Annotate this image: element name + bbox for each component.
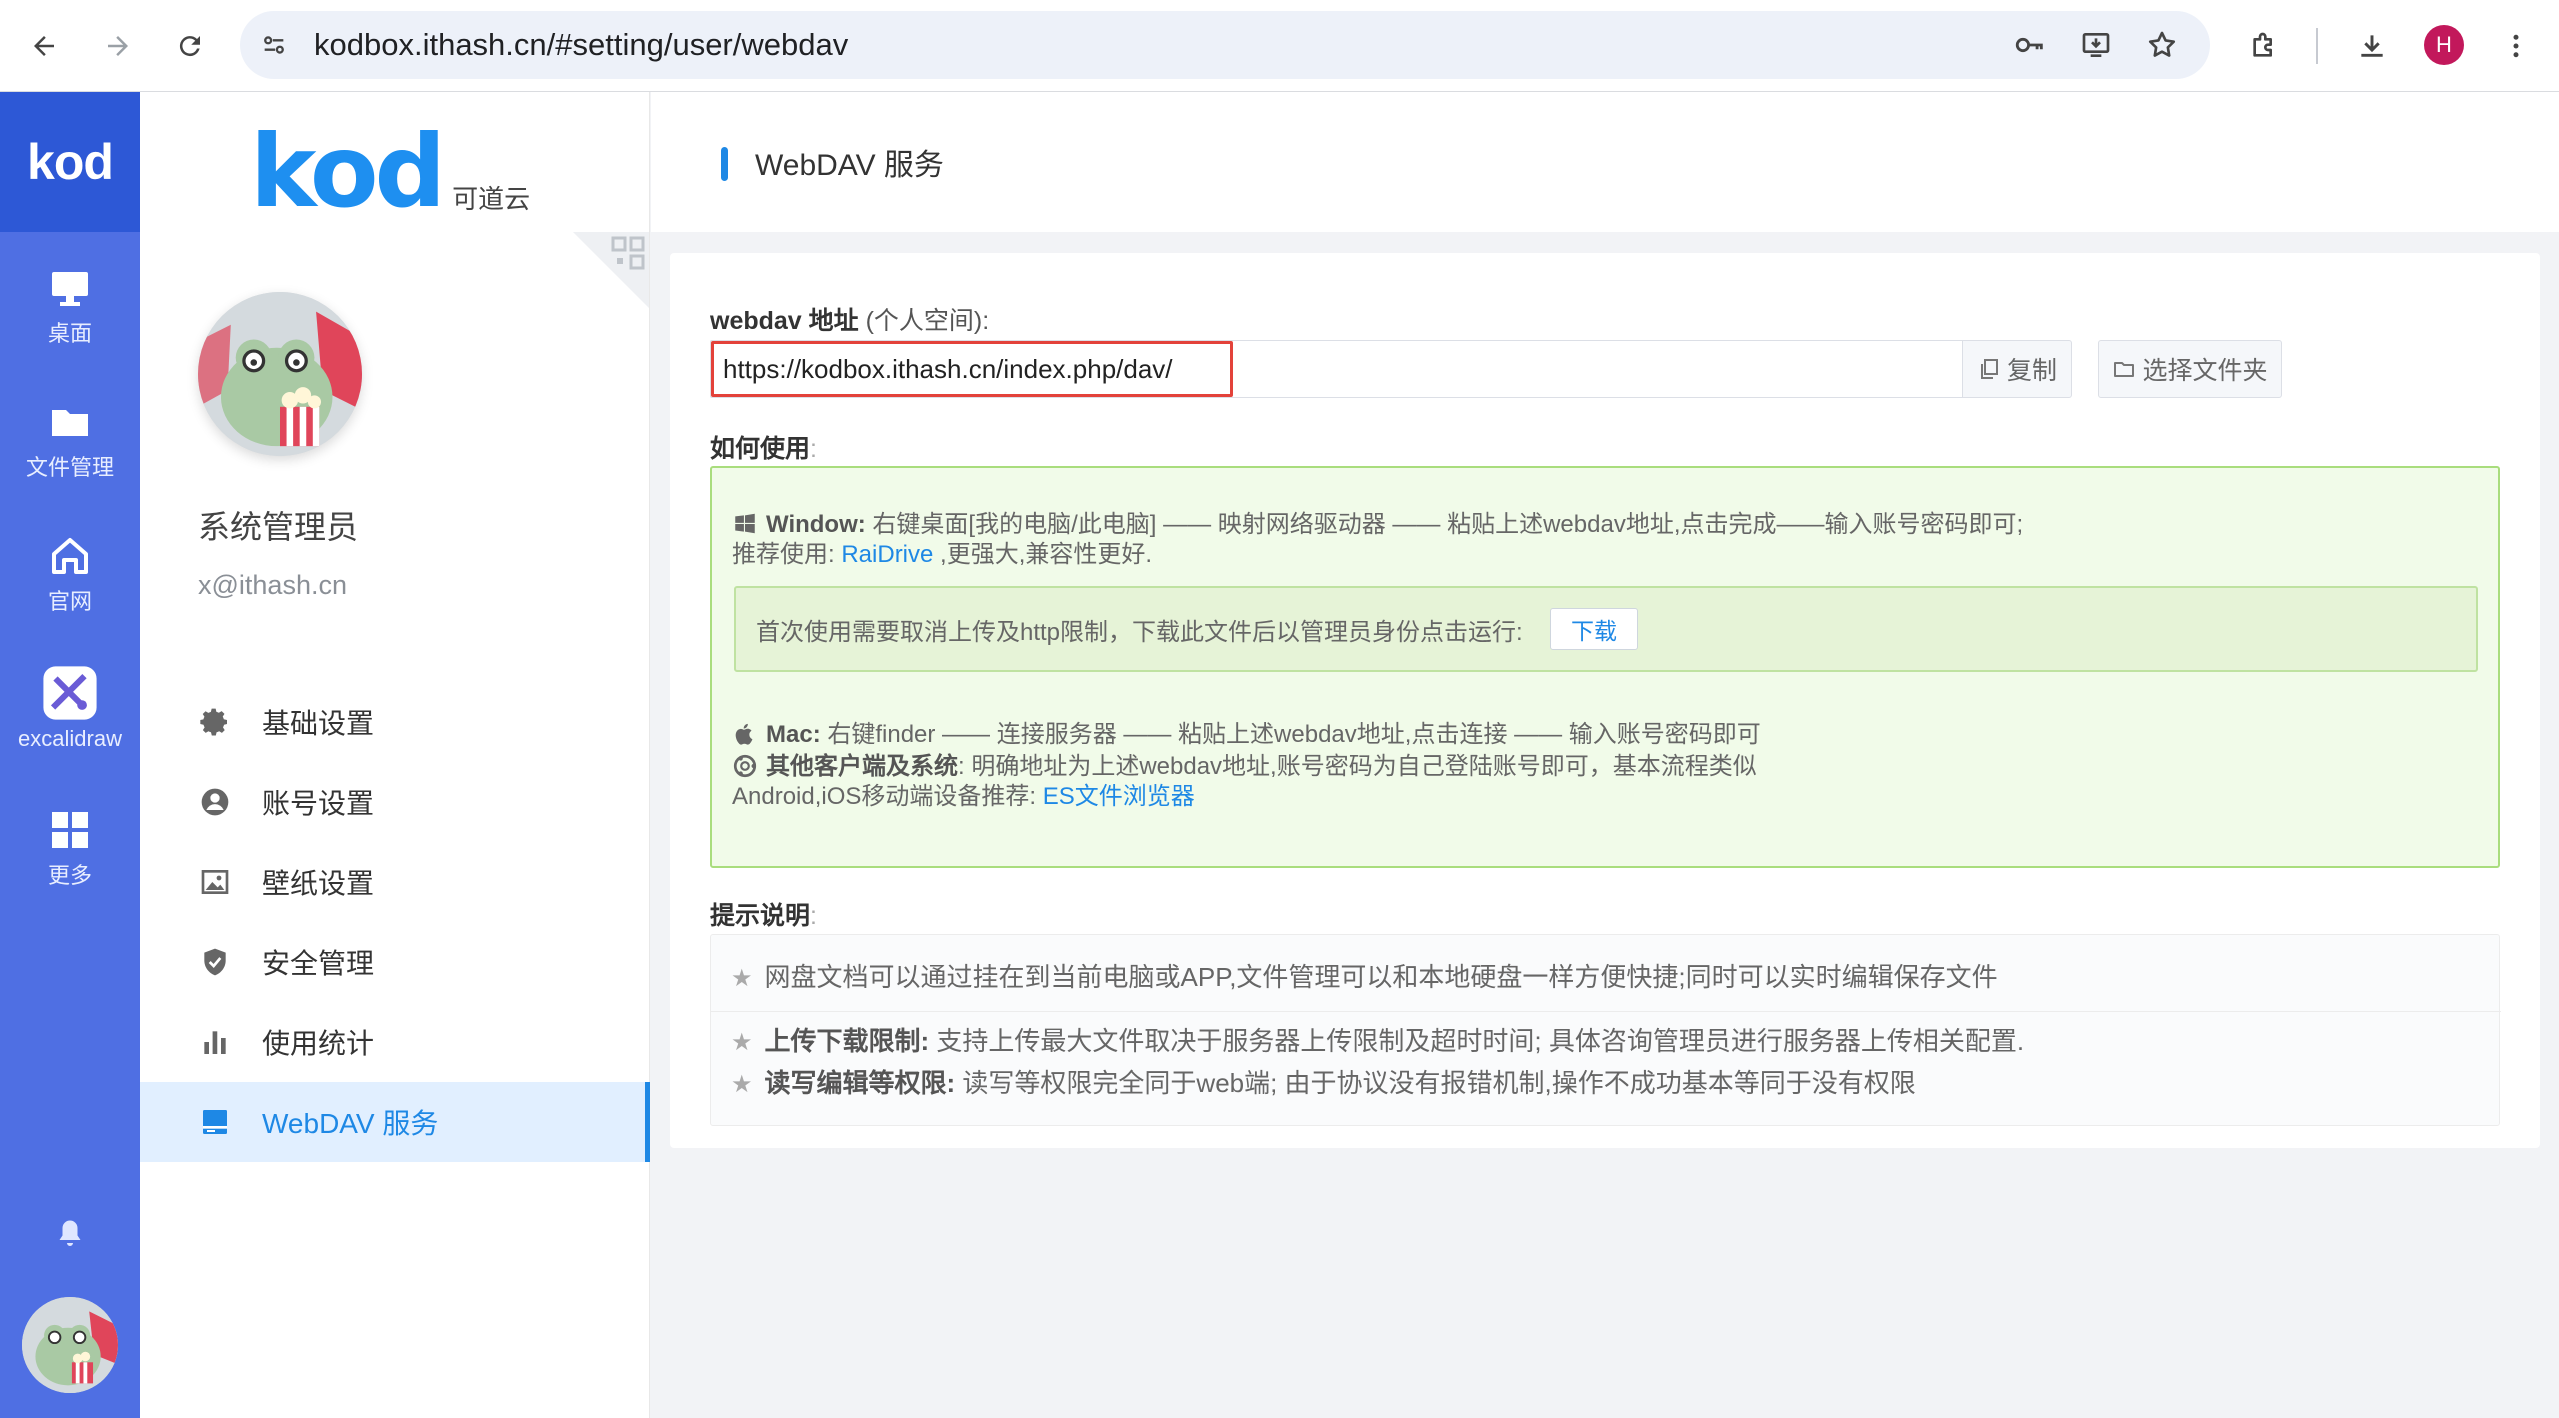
rail-item-label: excalidraw (18, 726, 122, 751)
user-avatar[interactable] (198, 292, 362, 456)
tips-label: 提示说明: (710, 902, 817, 930)
menu-item-account-settings[interactable]: 账号设置 (140, 762, 650, 842)
frog-avatar-icon (22, 1297, 118, 1393)
brand-logo-subtitle: 可道云 (452, 184, 531, 214)
menu-item-wallpaper-settings[interactable]: 壁纸设置 (140, 842, 650, 922)
url-text[interactable]: kodbox.ithash.cn/#setting/user/webdav (314, 11, 848, 79)
frog-avatar-icon (198, 292, 362, 456)
rail-item-desktop[interactable]: 桌面 (0, 264, 140, 374)
menu-item-usage-stats[interactable]: 使用统计 (140, 1002, 650, 1082)
menu-item-basic-settings[interactable]: 基础设置 (140, 682, 650, 762)
rail-item-excalidraw[interactable]: excalidraw (0, 664, 140, 774)
site-settings-icon[interactable] (254, 25, 294, 65)
monitor-icon (52, 272, 88, 306)
howto-label: 如何使用: (710, 435, 817, 463)
settings-sidebar: kod 可道云 系统管理员 x@ithash.cn 基础设置 账号设置 壁纸设置… (140, 92, 650, 1418)
apple-icon (735, 723, 753, 745)
tip-item: ★ 上传下载限制: 支持上传最大文件取决于服务器上传限制及超时时间; 具体咨询管理… (731, 1026, 2025, 1056)
rail-item-label: 文件管理 (25, 455, 114, 480)
user-circle-icon (198, 785, 232, 819)
profile-avatar[interactable]: H (2424, 25, 2464, 65)
menu-item-security[interactable]: 安全管理 (140, 922, 650, 1002)
brand-logo: kod 可道云 (250, 122, 530, 222)
recommend-line: 推荐使用: RaiDrive ,更强大,兼容性更好. (732, 541, 1153, 568)
back-button[interactable] (20, 22, 68, 70)
rail-user-avatar[interactable] (22, 1297, 118, 1393)
star-icon: ★ (731, 1029, 753, 1056)
title-accent-bar (721, 147, 728, 181)
menu-item-label: WebDAV 服务 (262, 1108, 439, 1139)
reload-icon (179, 36, 200, 57)
rail-item-label: 桌面 (47, 321, 92, 346)
menu-item-label: 基础设置 (262, 708, 375, 739)
tips-box: ★ 网盘文档可以通过挂在到当前电脑或APP,文件管理可以和本地硬盘一样方便快捷;同… (710, 934, 2501, 1126)
grid-icon (52, 812, 88, 848)
mac-instruction: Mac: 右键finder —— 连接服务器 —— 粘贴上述webdav地址,点… (732, 714, 1761, 749)
menu-item-label: 使用统计 (262, 1028, 375, 1059)
webdav-address-input[interactable]: https://kodbox.ithash.cn/index.php/dav/ (710, 340, 2002, 398)
http-limit-notice: 首次使用需要取消上传及http限制，下载此文件后以管理员身份点击运行: 下载 (734, 586, 2478, 672)
tip-item: ★ 读写编辑等权限: 读写等权限完全同于web端; 由于协议没有报错机制,操作不成… (731, 1068, 1916, 1098)
menu-item-webdav[interactable]: WebDAV 服务 (140, 1082, 650, 1162)
more-menu-icon[interactable] (2492, 22, 2540, 70)
user-email: x@ithash.cn (198, 570, 347, 600)
raidrive-link[interactable]: RaiDrive (841, 541, 933, 568)
arrow-right-icon (108, 36, 128, 56)
gear-icon (198, 705, 232, 739)
folder-outline-icon (2114, 362, 2135, 377)
es-file-explorer-link[interactable]: ES文件浏览器 (1043, 783, 1195, 810)
download-button[interactable]: 下载 (1550, 608, 1638, 650)
drive-icon (198, 1105, 232, 1139)
rail-item-label: 更多 (47, 863, 92, 888)
rail-item-files[interactable]: 文件管理 (0, 398, 140, 508)
page-title: WebDAV 服务 (755, 149, 944, 182)
user-name: 系统管理员 (198, 509, 359, 545)
copy-button[interactable]: 复制 (1962, 340, 2072, 398)
shield-icon (198, 945, 232, 979)
rail-item-label: 官网 (47, 589, 92, 614)
password-key-icon[interactable] (2010, 25, 2050, 65)
star-icon: ★ (731, 1071, 753, 1098)
address-label: webdav 地址 (个人空间): (710, 307, 990, 335)
address-bar[interactable]: kodbox.ithash.cn/#setting/user/webdav (240, 11, 2210, 79)
select-folder-label: 选择文件夹 (2142, 357, 2268, 385)
bookmark-star-icon[interactable] (2142, 25, 2182, 65)
downloads-icon[interactable] (2348, 22, 2396, 70)
android-line: Android,iOS移动端设备推荐: ES文件浏览器 (732, 783, 1195, 810)
menu-item-label: 壁纸设置 (262, 868, 375, 899)
bar-chart-icon (198, 1025, 232, 1059)
folder-icon (52, 410, 88, 436)
webdav-address-value[interactable]: https://kodbox.ithash.cn/index.php/dav/ (711, 341, 1233, 397)
rail-item-more[interactable]: 更多 (0, 806, 140, 916)
reload-button[interactable] (166, 22, 214, 70)
brand-logo-text: kod (250, 113, 446, 230)
image-icon (198, 865, 232, 899)
forward-button[interactable] (94, 22, 142, 70)
home-icon (52, 538, 88, 574)
tip-item: ★ 网盘文档可以通过挂在到当前电脑或APP,文件管理可以和本地硬盘一样方便快捷;同… (731, 962, 1998, 992)
copy-icon (1980, 359, 1998, 379)
notice-text: 首次使用需要取消上传及http限制，下载此文件后以管理员身份点击运行: (756, 619, 1523, 646)
star-icon: ★ (731, 965, 753, 992)
menu-item-label: 安全管理 (262, 948, 375, 979)
page-header: WebDAV 服务 (651, 92, 2559, 232)
arrow-left-icon (34, 36, 54, 56)
extensions-puzzle-icon[interactable] (2240, 22, 2288, 70)
webdav-panel: webdav 地址 (个人空间): https://kodbox.ithash.… (670, 253, 2540, 1148)
rail-logo[interactable]: kod (0, 92, 140, 232)
copy-button-label: 复制 (2006, 357, 2057, 385)
excalidraw-icon (43, 666, 97, 720)
bell-icon[interactable] (52, 1216, 88, 1252)
select-folder-button[interactable]: 选择文件夹 (2098, 340, 2282, 398)
qr-code-corner-icon[interactable] (573, 232, 649, 308)
menu-item-label: 账号设置 (262, 788, 375, 819)
rail-item-website[interactable]: 官网 (0, 532, 140, 642)
howto-box: Window: 右键桌面[我的电脑/此电脑] —— 映射网络驱动器 —— 粘贴上… (710, 466, 2500, 868)
install-app-icon[interactable] (2076, 25, 2116, 65)
app-rail: kod 桌面 文件管理 官网 excalidraw 更多 (0, 92, 140, 1418)
tips-divider (711, 1011, 2501, 1012)
browser-toolbar: kodbox.ithash.cn/#setting/user/webdav H (0, 0, 2559, 92)
toolbar-separator (2316, 28, 2318, 64)
